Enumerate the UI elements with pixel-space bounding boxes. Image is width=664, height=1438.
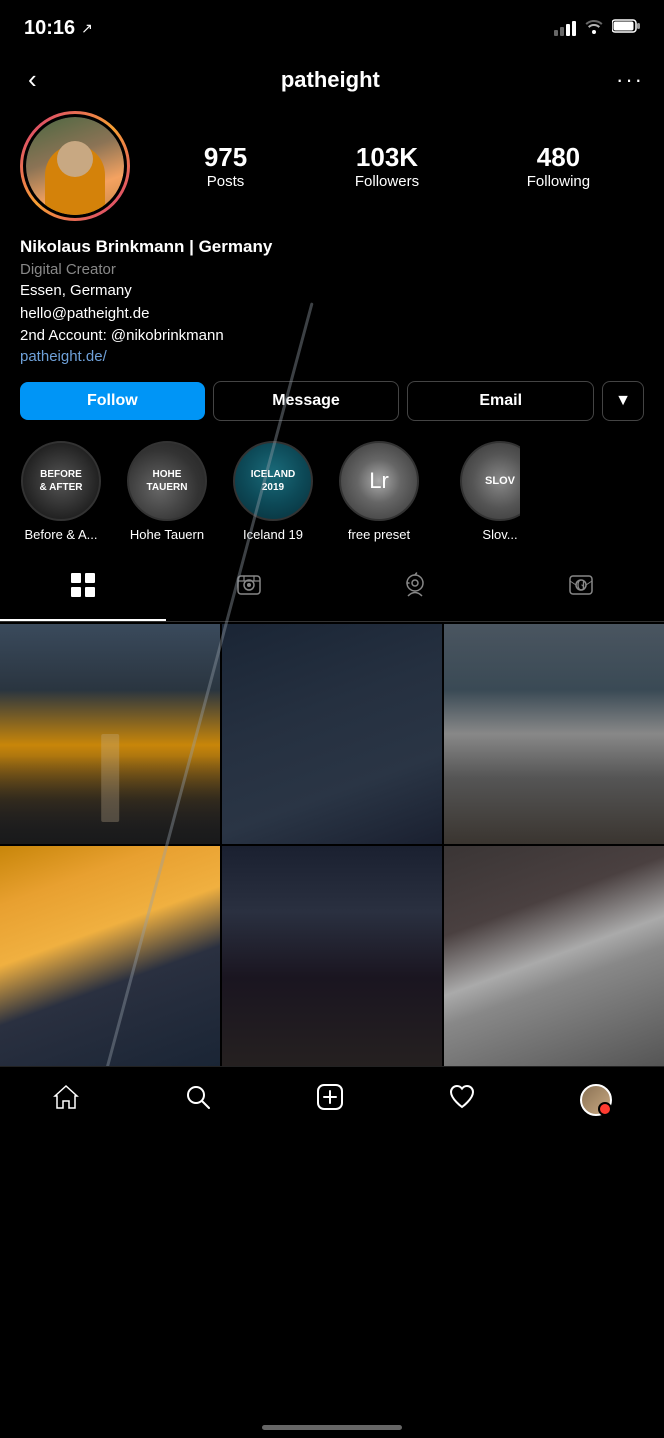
posts-stat[interactable]: 975 Posts — [204, 142, 247, 190]
battery-icon — [612, 19, 640, 38]
bio-location: Essen, Germany — [20, 280, 644, 303]
mentions-icon — [568, 572, 594, 605]
bottom-nav — [0, 1066, 664, 1146]
highlight-item-lr[interactable]: Lr free preset — [334, 441, 424, 542]
highlight-label-slov: Slov... — [482, 527, 517, 542]
posts-label: Posts — [204, 173, 247, 190]
status-time: 10:16 — [24, 17, 75, 40]
tab-grid[interactable] — [0, 558, 166, 621]
highlight-item-hohe[interactable]: HOHE TAUERN Hohe Tauern — [122, 441, 212, 542]
grid-item-2[interactable] — [222, 624, 442, 844]
highlight-circle-hohe: HOHE TAUERN — [127, 441, 207, 521]
heart-icon — [448, 1083, 476, 1118]
highlight-item-slov[interactable]: SLOV Slov... — [440, 441, 520, 542]
email-button[interactable]: Email — [407, 381, 594, 421]
following-label: Following — [527, 173, 590, 190]
add-icon — [316, 1083, 344, 1118]
search-icon — [184, 1083, 212, 1118]
status-bar: 10:16 ↗ — [0, 0, 664, 52]
nav-add[interactable] — [300, 1079, 360, 1122]
highlight-label-lr: free preset — [348, 527, 410, 542]
grid-photo-6 — [444, 846, 664, 1066]
grid-photo-2 — [222, 624, 442, 844]
highlights-row: BEFORE & AFTER Before & A... HOHE TAUERN… — [0, 441, 664, 542]
bio-email: hello@patheight.de — [20, 303, 644, 326]
grid-photo-3 — [444, 624, 664, 844]
tab-mentions[interactable] — [498, 558, 664, 621]
nav-likes[interactable] — [432, 1079, 492, 1122]
home-icon — [52, 1083, 80, 1118]
avatar — [26, 117, 124, 215]
avatar-ring — [20, 111, 130, 221]
grid-item-5[interactable] — [222, 846, 442, 1066]
grid-item-3[interactable] — [444, 624, 664, 844]
tab-reels[interactable] — [166, 558, 332, 621]
highlight-circle-lr: Lr — [339, 441, 419, 521]
action-buttons: Follow Message Email ▼ — [0, 381, 664, 441]
bio-name: Nikolaus Brinkmann | Germany — [20, 237, 644, 257]
nav-search[interactable] — [168, 1079, 228, 1122]
highlight-item-before[interactable]: BEFORE & AFTER Before & A... — [16, 441, 106, 542]
following-stat[interactable]: 480 Following — [527, 142, 590, 190]
signal-bars-icon — [554, 20, 576, 36]
photo-grid — [0, 624, 664, 1066]
highlights-section: BEFORE & AFTER Before & A... HOHE TAUERN… — [0, 441, 664, 558]
avatar-inner — [23, 114, 127, 218]
avatar-container[interactable] — [20, 111, 130, 221]
profile-section: 975 Posts 103K Followers 480 Following — [0, 111, 664, 237]
tagged-icon — [402, 572, 428, 605]
header: ‹ patheight ··· — [0, 52, 664, 111]
follow-button[interactable]: Follow — [20, 382, 205, 420]
profile-username: patheight — [281, 67, 380, 93]
highlight-circle-before: BEFORE & AFTER — [21, 441, 101, 521]
bio-website[interactable]: patheight.de/ — [20, 348, 644, 365]
posts-count: 975 — [204, 142, 247, 173]
nav-home[interactable] — [36, 1079, 96, 1122]
followers-label: Followers — [355, 173, 419, 190]
location-arrow-icon: ↗ — [81, 20, 93, 37]
grid-item-6[interactable] — [444, 846, 664, 1066]
nav-profile[interactable] — [564, 1080, 628, 1120]
back-button[interactable]: ‹ — [20, 60, 45, 99]
home-indicator — [262, 1425, 402, 1430]
highlight-label-before: Before & A... — [25, 527, 98, 542]
bio-second-account: 2nd Account: @nikobrinkmann — [20, 325, 644, 348]
grid-photo-1 — [0, 624, 220, 844]
grid-photo-4 — [0, 846, 220, 1066]
following-count: 480 — [527, 142, 590, 173]
highlight-label-hohe: Hohe Tauern — [130, 527, 204, 542]
grid-item-1[interactable] — [0, 624, 220, 844]
grid-icon — [70, 572, 96, 605]
grid-item-4[interactable] — [0, 846, 220, 1066]
status-icons — [554, 18, 640, 39]
followers-count: 103K — [355, 142, 419, 173]
highlight-circle-slov: SLOV — [460, 441, 520, 521]
bio-section: Nikolaus Brinkmann | Germany Digital Cre… — [0, 237, 664, 381]
bio-category: Digital Creator — [20, 261, 644, 278]
message-button[interactable]: Message — [213, 381, 400, 421]
nav-profile-avatar — [580, 1084, 612, 1116]
dropdown-button[interactable]: ▼ — [602, 381, 644, 421]
tab-tagged[interactable] — [332, 558, 498, 621]
stats-row: 975 Posts 103K Followers 480 Following — [150, 142, 644, 190]
followers-stat[interactable]: 103K Followers — [355, 142, 419, 190]
grid-photo-5 — [222, 846, 442, 1066]
more-options-button[interactable]: ··· — [616, 67, 644, 93]
wifi-icon — [584, 18, 604, 39]
highlight-item-iceland[interactable]: ICELAND 2019 Iceland 19 — [228, 441, 318, 542]
tabs-bar — [0, 558, 664, 622]
